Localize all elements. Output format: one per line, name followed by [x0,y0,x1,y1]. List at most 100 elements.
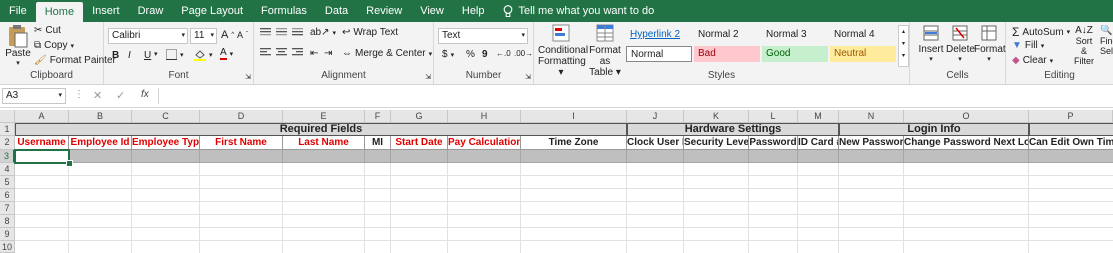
field-header-time-zone[interactable]: Time Zone [521,136,627,150]
delete-cells-button[interactable]: Delete ▾ [946,25,975,63]
borders-button[interactable]: ▾ [166,49,184,60]
field-header-can-edit-own-time[interactable]: Can Edit Own Time [1029,136,1113,150]
format-cells-button[interactable]: Format ▾ [974,25,1006,63]
align-bottom-button[interactable] [292,28,303,37]
field-header-mi[interactable]: MI [365,136,391,150]
column-header-e[interactable]: E [283,110,365,123]
tab-view[interactable]: View [411,0,453,22]
bold-button[interactable]: B [112,50,119,61]
decrease-indent-button[interactable]: ⇤ [310,48,318,59]
name-box[interactable]: A3 ▾ [2,88,66,104]
number-dialog-launcher[interactable]: ⇲ [525,73,531,81]
wrap-text-button[interactable]: ↩ Wrap Text [342,27,398,38]
merge-center-button[interactable]: ⇔ Merge & Center ▾ [342,48,432,59]
tab-review[interactable]: Review [357,0,411,22]
column-header-c[interactable]: C [132,110,200,123]
clear-button[interactable]: ◆ Clear ▾ [1012,55,1053,66]
style-hyperlink-2[interactable]: Hyperlink 2 [626,27,692,43]
font-size-dropdown[interactable]: 11 ▾ [190,28,217,44]
number-format-dropdown[interactable]: Text ▾ [438,28,528,44]
hardware-settings-header[interactable]: Hardware Settings [627,123,839,136]
decrease-decimal-button[interactable]: .00→ [514,49,533,58]
field-header-employee-type[interactable]: Employee Type [132,136,200,150]
tab-draw[interactable]: Draw [129,0,173,22]
style-normal-2[interactable]: Normal 2 [694,27,760,43]
copy-button[interactable]: ⧉ Copy ▾ [34,40,74,51]
column-header-f[interactable]: F [365,110,391,123]
styles-scroll[interactable]: ▴ ▾ ▾ [898,25,909,67]
sort-filter-button[interactable]: A↓Z Sort & Filter [1072,25,1096,66]
style-bad[interactable]: Bad [694,46,760,62]
required-fields-header[interactable]: Required Fields [15,123,627,136]
increase-font-button[interactable]: A ^ [221,29,234,41]
column-header-i[interactable]: I [521,110,627,123]
style-normal-4[interactable]: Normal 4 [830,27,896,43]
enter-icon[interactable]: ✓ [116,89,125,102]
row1-p-cell[interactable] [1029,123,1113,136]
cut-button[interactable]: ✂ Cut [34,25,61,36]
column-header-l[interactable]: L [749,110,798,123]
percent-button[interactable]: % [466,49,475,60]
field-header-id-card[interactable]: ID Card # [798,136,839,150]
align-center-button[interactable] [276,48,287,57]
underline-dropdown[interactable]: ▾ [154,50,158,58]
column-header-j[interactable]: J [627,110,684,123]
column-header-o[interactable]: O [904,110,1029,123]
field-header-security-level[interactable]: Security Level [684,136,749,150]
field-header-last-name[interactable]: Last Name [283,136,365,150]
tab-page-layout[interactable]: Page Layout [172,0,252,22]
find-select-button[interactable]: 🔍 Find Sele [1100,25,1113,56]
field-header-pay-calculations[interactable]: Pay Calculations [448,136,521,150]
style-neutral[interactable]: Neutral [830,46,896,62]
insert-cells-button[interactable]: Insert ▾ [918,25,944,63]
fill-color-button[interactable]: ▾ [194,49,213,61]
insert-function-icon[interactable]: fx [141,89,149,100]
style-normal-3[interactable]: Normal 3 [762,27,828,43]
field-header-password[interactable]: Password [749,136,798,150]
align-middle-button[interactable] [276,28,287,37]
tab-help[interactable]: Help [453,0,494,22]
decrease-font-button[interactable]: Aˇ [237,30,248,40]
style-normal[interactable]: Normal [626,46,692,62]
font-color-button[interactable]: A ▾ [220,48,233,60]
column-header-h[interactable]: H [448,110,521,123]
field-header-change-password[interactable]: Change Password Next Logon [904,136,1029,150]
fill-button[interactable]: ▼ Fill ▾ [1012,40,1044,51]
column-header-k[interactable]: K [684,110,749,123]
column-header-g[interactable]: G [391,110,448,123]
tab-insert[interactable]: Insert [83,0,129,22]
tab-data[interactable]: Data [316,0,357,22]
autosum-button[interactable]: Σ AutoSum ▾ [1012,25,1070,39]
row-header-1[interactable]: 1 [0,123,15,136]
paste-button[interactable]: Paste ▾ [4,24,32,68]
field-header-clock-user-id[interactable]: Clock User Id [627,136,684,150]
comma-button[interactable]: 9 [482,49,488,60]
italic-button[interactable]: I [128,50,131,61]
fill-handle[interactable] [66,160,73,167]
column-header-a[interactable]: A [15,110,69,123]
tab-home[interactable]: Home [35,2,84,22]
formula-input[interactable] [158,88,1113,104]
column-header-m[interactable]: M [798,110,839,123]
field-header-new-password[interactable]: New Password [839,136,904,150]
align-top-button[interactable] [260,28,271,37]
align-left-button[interactable] [260,48,271,57]
alignment-dialog-launcher[interactable]: ⇲ [425,73,431,81]
font-dialog-launcher[interactable]: ⇲ [245,73,251,81]
tell-me-box[interactable]: Tell me what you want to do [494,0,664,22]
tab-file[interactable]: File [0,0,36,22]
active-cell-a3[interactable] [14,149,70,164]
increase-decimal-button[interactable]: ←.0 [496,49,511,58]
field-header-first-name[interactable]: First Name [200,136,283,150]
row-header-2[interactable]: 2 [0,136,15,150]
increase-indent-button[interactable]: ⇥ [324,48,332,59]
field-header-employee-id[interactable]: Employee Id [69,136,132,150]
currency-button[interactable]: $ ▾ [442,49,454,60]
orientation-button[interactable]: ab↗ ▾ [310,27,336,38]
cancel-icon[interactable]: ✕ [93,89,102,102]
column-header-d[interactable]: D [200,110,283,123]
column-header-n[interactable]: N [839,110,904,123]
field-header-username[interactable]: Username [15,136,69,150]
select-all-corner[interactable] [0,110,15,123]
underline-button[interactable]: U [144,50,151,61]
